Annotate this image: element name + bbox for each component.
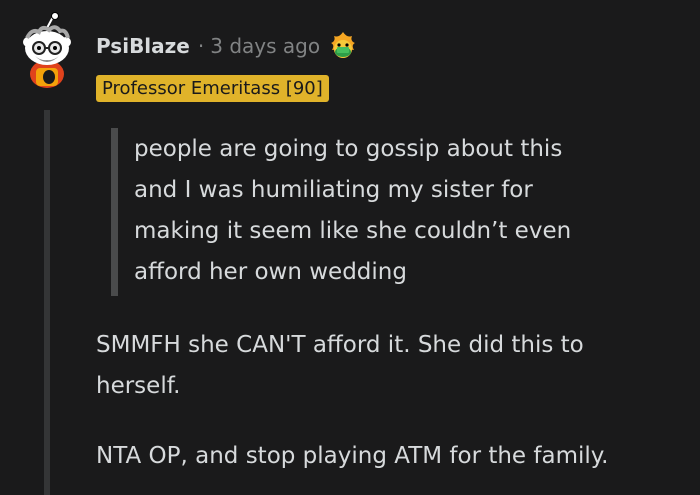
comment-paragraph: NTA OP, and stop playing ATM for the fam…	[96, 443, 609, 469]
blockquote-text: people are going to gossip about this an…	[134, 129, 654, 293]
comment-header: PsiBlaze · 3 days ago	[96, 30, 358, 62]
paragraph-line: SMMFH she CAN'T afford it. She did this …	[96, 332, 584, 358]
thread-line[interactable]	[44, 110, 50, 495]
username-link[interactable]: PsiBlaze	[96, 34, 190, 58]
separator-dot: ·	[197, 34, 205, 58]
blockquote-bar	[111, 128, 118, 296]
quote-line: people are going to gossip about this	[134, 136, 563, 162]
timestamp-link[interactable]: 3 days ago	[210, 34, 320, 58]
quote-line: making it seem like she couldn’t even	[134, 218, 572, 244]
user-flair: Professor Emeritass [90]	[96, 75, 329, 102]
quote-line: afford her own wedding	[134, 259, 407, 285]
snoo-avatar-icon[interactable]	[18, 12, 76, 92]
hugz-award-icon[interactable]	[328, 31, 358, 61]
paragraph-line: herself.	[96, 373, 181, 399]
quote-line: and I was humiliating my sister for	[134, 177, 533, 203]
comment-paragraph: SMMFH she CAN'T afford it. She did this …	[96, 325, 686, 407]
